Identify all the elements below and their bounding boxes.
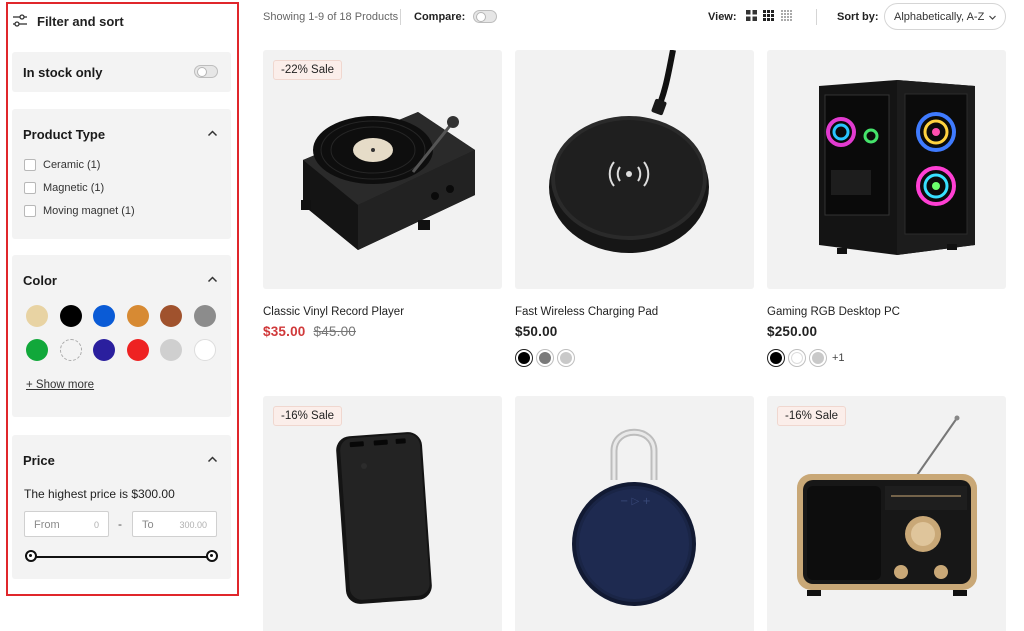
grid-4-view-icon[interactable] xyxy=(781,10,792,21)
gaming-pc-image xyxy=(819,80,975,255)
color-option[interactable] xyxy=(515,349,533,367)
color-swatch[interactable] xyxy=(59,339,82,361)
record-player-image xyxy=(301,112,475,250)
sale-price: $35.00 xyxy=(263,324,306,339)
power-bank-image xyxy=(336,432,432,604)
product-image[interactable] xyxy=(515,50,754,289)
product-name[interactable]: Classic Vinyl Record Player xyxy=(263,306,404,318)
filter-header: Filter and sort xyxy=(12,10,124,32)
option-label: Magnetic (1) xyxy=(43,182,105,194)
price-row: $35.00 $45.00 xyxy=(263,324,356,339)
divider xyxy=(816,9,817,25)
color-panel: Color + Show more xyxy=(12,255,231,417)
checkbox[interactable] xyxy=(24,182,36,194)
color-swatch[interactable] xyxy=(26,339,48,361)
color-option[interactable] xyxy=(788,349,806,367)
show-more-link[interactable]: + Show more xyxy=(26,379,94,391)
color-option[interactable] xyxy=(767,349,785,367)
color-swatch[interactable] xyxy=(93,339,116,361)
grid-3-view-icon[interactable] xyxy=(763,10,774,21)
filter-sliders-icon xyxy=(13,14,27,27)
product-type-title[interactable]: Product Type xyxy=(23,127,105,142)
color-swatch[interactable] xyxy=(26,305,48,327)
chevron-up-icon[interactable] xyxy=(207,454,218,465)
color-swatch[interactable] xyxy=(194,305,216,327)
color-swatch[interactable] xyxy=(59,305,82,327)
price-to-input[interactable]: To 300.00 xyxy=(132,511,217,537)
price-panel: Price The highest price is $300.00 From … xyxy=(12,435,231,579)
from-label: From xyxy=(34,519,60,531)
color-swatch[interactable] xyxy=(126,339,149,361)
view-label: View: xyxy=(708,11,737,23)
product-type-panel: Product Type Ceramic (1) Magnetic (1) Mo… xyxy=(12,109,231,239)
results-count: Showing 1-9 of 18 Products xyxy=(263,11,399,23)
sale-badge: -16% Sale xyxy=(777,406,847,426)
price: $250.00 xyxy=(767,324,818,339)
in-stock-toggle[interactable] xyxy=(194,65,218,78)
sort-by-label: Sort by: xyxy=(837,11,879,23)
checkbox[interactable] xyxy=(24,205,36,217)
price-max-handle[interactable] xyxy=(206,550,218,562)
product-image[interactable]: -22% Sale xyxy=(263,50,502,289)
color-swatch[interactable] xyxy=(160,305,183,327)
product-type-option[interactable]: Ceramic (1) xyxy=(24,159,100,171)
charging-pad-image xyxy=(549,50,709,253)
price-from-input[interactable]: From 0 xyxy=(24,511,109,537)
to-label: To xyxy=(142,519,154,531)
from-value: 0 xyxy=(93,520,99,530)
highest-price-note: The highest price is $300.00 xyxy=(24,487,175,501)
price-separator: - xyxy=(118,517,122,531)
product-image[interactable] xyxy=(767,50,1006,289)
product-type-option[interactable]: Moving magnet (1) xyxy=(24,205,135,217)
filter-title: Filter and sort xyxy=(37,13,124,29)
product-name[interactable]: Gaming RGB Desktop PC xyxy=(767,306,900,318)
product-image[interactable]: -16% Sale xyxy=(767,396,1006,631)
product-type-option[interactable]: Magnetic (1) xyxy=(24,182,104,194)
in-stock-panel: In stock only xyxy=(12,52,231,92)
chevron-up-icon[interactable] xyxy=(207,274,218,285)
price-range-track[interactable] xyxy=(30,556,212,558)
divider xyxy=(400,9,401,25)
bluetooth-speaker-image: − ▷ + xyxy=(572,428,696,606)
grid-2-view-icon[interactable] xyxy=(746,10,757,21)
product-image[interactable]: -16% Sale xyxy=(263,396,502,631)
more-colors-count: +1 xyxy=(832,352,845,364)
color-swatch[interactable] xyxy=(160,339,183,361)
price-row: $50.00 xyxy=(515,324,558,339)
color-swatch[interactable] xyxy=(126,305,149,327)
sort-value: Alphabetically, A-Z xyxy=(894,11,985,23)
svg-text:− ▷ +: − ▷ + xyxy=(620,496,651,507)
price-row: $250.00 xyxy=(767,324,817,339)
option-label: Ceramic (1) xyxy=(43,159,101,171)
filter-sidebar: Filter and sort In stock only Product Ty… xyxy=(6,2,239,596)
color-option[interactable] xyxy=(536,349,554,367)
in-stock-label: In stock only xyxy=(23,65,103,80)
color-option[interactable] xyxy=(809,349,827,367)
price-min-handle[interactable] xyxy=(25,550,37,562)
compare-at-price: $45.00 xyxy=(313,324,356,339)
chevron-up-icon[interactable] xyxy=(207,128,218,139)
compare-toggle[interactable] xyxy=(473,10,497,23)
sort-select[interactable]: Alphabetically, A-Z xyxy=(884,3,1006,30)
price-title[interactable]: Price xyxy=(23,453,55,468)
color-swatch[interactable] xyxy=(194,339,216,361)
chevron-down-icon xyxy=(989,15,996,20)
color-option[interactable] xyxy=(557,349,575,367)
color-options xyxy=(515,349,575,367)
color-swatch[interactable] xyxy=(93,305,116,327)
price: $50.00 xyxy=(515,324,558,339)
product-name[interactable]: Fast Wireless Charging Pad xyxy=(515,306,658,318)
compare-label: Compare: xyxy=(414,11,466,23)
color-options: +1 xyxy=(767,349,845,367)
sale-badge: -22% Sale xyxy=(273,60,343,80)
product-image[interactable]: − ▷ + xyxy=(515,396,754,631)
checkbox[interactable] xyxy=(24,159,36,171)
to-value: 300.00 xyxy=(179,520,207,530)
color-title[interactable]: Color xyxy=(23,273,57,288)
product-toolbar: Showing 1-9 of 18 Products Compare: View… xyxy=(263,0,1008,34)
sale-badge: -16% Sale xyxy=(273,406,343,426)
retro-radio-image xyxy=(797,415,977,596)
option-label: Moving magnet (1) xyxy=(43,205,135,217)
